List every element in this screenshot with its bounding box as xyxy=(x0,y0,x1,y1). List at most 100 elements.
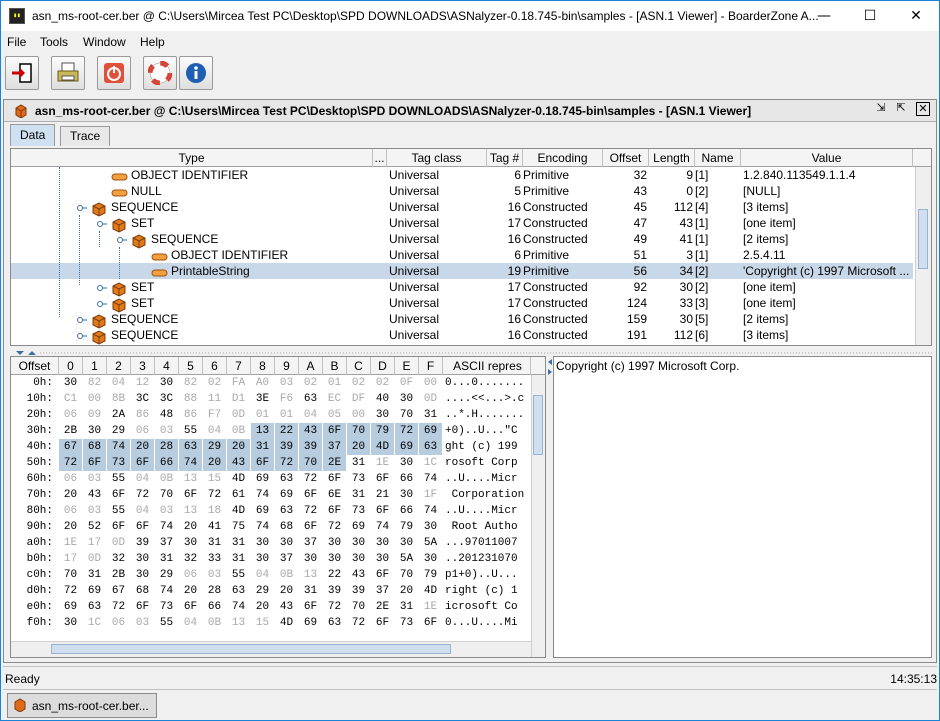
hex-byte[interactable]: 63 xyxy=(275,503,298,519)
hex-byte[interactable]: 86 xyxy=(179,407,202,423)
hex-byte[interactable]: 72 xyxy=(275,455,298,471)
hex-byte[interactable]: 72 xyxy=(299,503,322,519)
hex-byte[interactable]: 39 xyxy=(347,583,370,599)
hex-byte[interactable]: 30 xyxy=(155,375,178,391)
hex-byte[interactable]: 6F xyxy=(299,487,322,503)
hex-byte[interactable]: 28 xyxy=(155,439,178,455)
hex-byte[interactable]: 52 xyxy=(83,519,106,535)
hex-byte[interactable]: 1E xyxy=(59,535,82,551)
hex-byte[interactable]: 0B xyxy=(227,423,250,439)
hex-byte[interactable]: 0D xyxy=(107,535,130,551)
hex-byte[interactable]: 03 xyxy=(83,503,106,519)
hex-byte[interactable]: 29 xyxy=(107,423,130,439)
hex-byte[interactable]: 68 xyxy=(131,583,154,599)
hex-byte[interactable]: 30 xyxy=(179,535,202,551)
hex-byte[interactable]: 74 xyxy=(179,455,202,471)
hex-byte[interactable]: 70 xyxy=(347,423,370,439)
hex-byte[interactable]: 01 xyxy=(323,375,346,391)
hex-byte[interactable]: 8B xyxy=(107,391,130,407)
hex-byte[interactable]: 0B xyxy=(203,615,226,631)
hex-col-byte[interactable]: 5 xyxy=(179,357,203,375)
hex-byte[interactable]: 6F xyxy=(179,487,202,503)
hex-byte[interactable]: 30 xyxy=(347,551,370,567)
hex-byte[interactable]: 32 xyxy=(179,551,202,567)
hex-row[interactable]: 30h: 2B 30 29 06 03 55 04 0B 13 22 43 6F 70 79 72 69 +0).… xyxy=(11,423,531,439)
hex-row[interactable]: 60h: 06 03 55 04 0B 13 15 4D 69 63 72 6F 73 6F 66 74 ..U.… xyxy=(11,471,531,487)
hex-byte[interactable]: 2A xyxy=(107,407,130,423)
hex-byte[interactable]: 04 xyxy=(299,407,322,423)
col-offset[interactable]: Offset xyxy=(603,149,649,167)
hex-byte[interactable]: 67 xyxy=(59,439,82,455)
hex-byte[interactable]: 31 xyxy=(227,551,250,567)
hex-byte[interactable]: 31 xyxy=(251,439,274,455)
hex-byte[interactable]: 30 xyxy=(323,551,346,567)
hex-byte[interactable]: 55 xyxy=(227,567,250,583)
tree-scroll-thumb[interactable] xyxy=(918,209,928,269)
hex-row[interactable]: 70h: 20 43 6F 72 70 6F 72 61 74 69 6F 6E 31 21 30 1F Cor… xyxy=(11,487,531,503)
tree-row[interactable]: SEQUENCE Universal 16 Constructed 159 30 [5] [2… xyxy=(11,311,913,329)
hex-byte[interactable]: 04 xyxy=(131,471,154,487)
hex-row[interactable]: 10h: C1 00 8B 3C 3C 88 11 D1 3E F6 63 EC DF 40 30 0D....… xyxy=(11,391,531,407)
hex-col-byte[interactable]: E xyxy=(395,357,419,375)
hex-byte[interactable]: 31 xyxy=(347,455,370,471)
hex-col-byte[interactable]: B xyxy=(323,357,347,375)
hex-hscroll-thumb[interactable] xyxy=(51,644,451,654)
col-extra[interactable]: ... xyxy=(373,149,387,167)
hex-byte[interactable]: 30 xyxy=(395,455,418,471)
hex-byte[interactable]: D1 xyxy=(227,391,250,407)
hex-byte[interactable]: 4D xyxy=(419,583,442,599)
expand-handle-icon[interactable] xyxy=(77,203,87,213)
hex-byte[interactable]: 6F xyxy=(131,599,154,615)
hex-byte[interactable]: 30 xyxy=(59,615,82,631)
restore-icon[interactable]: ⇱ xyxy=(894,102,908,116)
taskbar-item[interactable]: asn_ms-root-cer.ber... xyxy=(7,693,157,718)
hex-byte[interactable]: 74 xyxy=(371,519,394,535)
hex-byte[interactable]: 6F xyxy=(371,615,394,631)
col-name[interactable]: Name xyxy=(695,149,741,167)
hex-byte[interactable]: 4D xyxy=(227,471,250,487)
hex-byte[interactable]: 43 xyxy=(83,487,106,503)
hex-byte[interactable]: 74 xyxy=(227,599,250,615)
hex-horizontal-scrollbar[interactable] xyxy=(11,641,531,657)
hex-byte[interactable]: C1 xyxy=(59,391,82,407)
hex-byte[interactable]: 61 xyxy=(227,487,250,503)
hex-byte[interactable]: 20 xyxy=(59,487,82,503)
hex-byte[interactable]: F7 xyxy=(203,407,226,423)
hex-byte[interactable]: 74 xyxy=(107,439,130,455)
hex-byte[interactable]: 6F xyxy=(251,455,274,471)
hex-byte[interactable]: 6F xyxy=(131,455,154,471)
hex-byte[interactable]: 03 xyxy=(83,471,106,487)
hex-byte[interactable]: 82 xyxy=(83,375,106,391)
hex-byte[interactable]: 31 xyxy=(227,535,250,551)
hex-byte[interactable]: 31 xyxy=(203,535,226,551)
hex-byte[interactable]: 37 xyxy=(371,583,394,599)
tab-data[interactable]: Data xyxy=(10,124,56,146)
hex-byte[interactable]: F6 xyxy=(275,391,298,407)
hex-byte[interactable]: 32 xyxy=(107,551,130,567)
hex-byte[interactable]: 01 xyxy=(251,407,274,423)
hex-byte[interactable]: 72 xyxy=(131,487,154,503)
hex-byte[interactable]: 43 xyxy=(347,567,370,583)
hex-byte[interactable]: 15 xyxy=(251,615,274,631)
tree-row[interactable]: SEQUENCE Universal 16 Constructed 49 41 [1] [2 … xyxy=(11,231,913,249)
hex-byte[interactable]: 11 xyxy=(203,391,226,407)
hex-byte[interactable]: 30 xyxy=(371,535,394,551)
expand-handle-icon[interactable] xyxy=(97,299,107,309)
print-button[interactable] xyxy=(51,56,85,90)
hex-byte[interactable]: 69 xyxy=(347,519,370,535)
hex-byte[interactable]: 55 xyxy=(155,615,178,631)
hex-byte[interactable]: 86 xyxy=(131,407,154,423)
hex-byte[interactable]: 29 xyxy=(203,439,226,455)
hex-byte[interactable]: 72 xyxy=(395,423,418,439)
hex-byte[interactable]: 04 xyxy=(251,567,274,583)
hex-byte[interactable]: 1E xyxy=(419,599,442,615)
hex-byte[interactable]: 0B xyxy=(275,567,298,583)
expand-handle-icon[interactable] xyxy=(97,219,107,229)
hex-byte[interactable]: 06 xyxy=(59,503,82,519)
hex-byte[interactable]: 69 xyxy=(251,503,274,519)
hex-byte[interactable]: 20 xyxy=(179,519,202,535)
hex-byte[interactable]: 6F xyxy=(323,423,346,439)
hex-byte[interactable]: 03 xyxy=(275,375,298,391)
hex-byte[interactable]: 68 xyxy=(83,439,106,455)
hex-byte[interactable]: 68 xyxy=(275,519,298,535)
